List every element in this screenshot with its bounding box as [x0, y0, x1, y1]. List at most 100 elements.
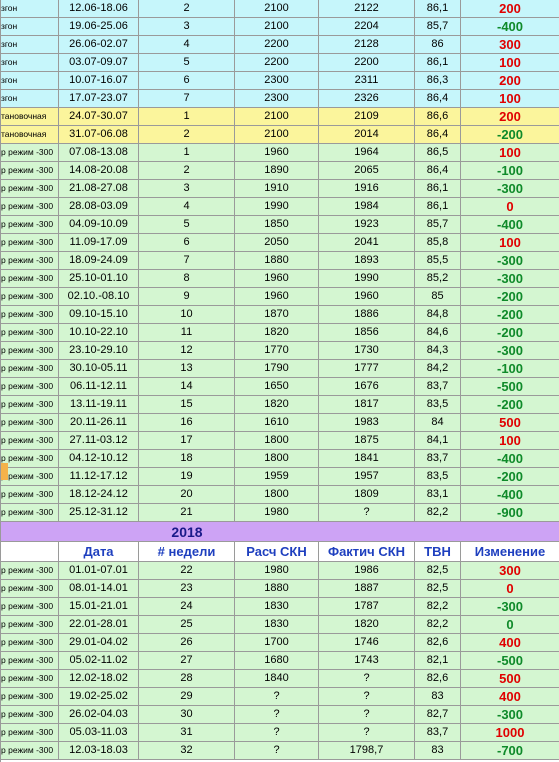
- cell-date[interactable]: 14.08-20.08: [59, 162, 139, 179]
- cell-change[interactable]: -300: [461, 180, 559, 197]
- cell-change[interactable]: -200: [461, 288, 559, 305]
- table-row[interactable]: р режим -300 22.01-28.01 25 1830 1820 82,2 0: [0, 616, 559, 634]
- cell-week[interactable]: 29: [139, 688, 235, 705]
- cell-tvn[interactable]: 82,7: [415, 706, 461, 723]
- cell-calc-skn[interactable]: 2300: [235, 90, 319, 107]
- cell-fact-skn[interactable]: 1817: [319, 396, 415, 413]
- table-row[interactable]: р режим -300 10.10-22.10 11 1820 1856 84,6 -20…: [0, 324, 559, 342]
- cell-week[interactable]: 5: [139, 216, 235, 233]
- cell-fact-skn[interactable]: 2065: [319, 162, 415, 179]
- cell-change[interactable]: 400: [461, 688, 559, 705]
- cell-tvn[interactable]: 85,2: [415, 270, 461, 287]
- cell-tvn[interactable]: 82,2: [415, 598, 461, 615]
- year-header-row[interactable]: 2018: [0, 522, 559, 542]
- cell-date[interactable]: 11.12-17.12: [59, 468, 139, 485]
- cell-week[interactable]: 31: [139, 724, 235, 741]
- table-row[interactable]: р режим -300 04.12-10.12 18 1800 1841 83,7 -40…: [0, 450, 559, 468]
- cell-calc-skn[interactable]: 1800: [235, 432, 319, 449]
- cell-date[interactable]: 29.01-04.02: [59, 634, 139, 651]
- cell-change[interactable]: -300: [461, 270, 559, 287]
- cell-tvn[interactable]: 84,8: [415, 306, 461, 323]
- column-header-row[interactable]: Дата # недели Расч СКН Фактич СКН ТВН Из…: [0, 542, 559, 562]
- cell-fact-skn[interactable]: 1746: [319, 634, 415, 651]
- cell-mode[interactable]: р режим -300: [0, 688, 59, 705]
- cell-fact-skn[interactable]: 2311: [319, 72, 415, 89]
- cell-change[interactable]: -200: [461, 468, 559, 485]
- cell-week[interactable]: 15: [139, 396, 235, 413]
- table-row[interactable]: р режим -300 13.11-19.11 15 1820 1817 83,5 -20…: [0, 396, 559, 414]
- cell-calc-skn[interactable]: 1770: [235, 342, 319, 359]
- table-row[interactable]: р режим -300 18.12-24.12 20 1800 1809 83,1 -40…: [0, 486, 559, 504]
- cell-week[interactable]: 2: [139, 162, 235, 179]
- table-row[interactable]: р режим -300 23.10-29.10 12 1770 1730 84,3 -30…: [0, 342, 559, 360]
- cell-date[interactable]: 19.02-25.02: [59, 688, 139, 705]
- header-tvn[interactable]: ТВН: [415, 542, 461, 561]
- cell-week[interactable]: 3: [139, 180, 235, 197]
- table-row[interactable]: тановочная 31.07-06.08 2 2100 2014 86,4 -200: [0, 126, 559, 144]
- cell-calc-skn[interactable]: 1850: [235, 216, 319, 233]
- cell-week[interactable]: 7: [139, 252, 235, 269]
- cell-mode[interactable]: р режим -300: [0, 198, 59, 215]
- cell-mode[interactable]: р режим -300: [0, 324, 59, 341]
- header-change[interactable]: Изменение: [461, 542, 559, 561]
- cell-change[interactable]: 0: [461, 580, 559, 597]
- cell-tvn[interactable]: 85,7: [415, 18, 461, 35]
- cell-calc-skn[interactable]: 2100: [235, 18, 319, 35]
- cell-week[interactable]: 25: [139, 616, 235, 633]
- cell-mode[interactable]: р режим -300: [0, 580, 59, 597]
- cell-mode[interactable]: р режим -300: [0, 360, 59, 377]
- cell-calc-skn[interactable]: 1650: [235, 378, 319, 395]
- cell-mode[interactable]: тановочная: [0, 126, 59, 143]
- cell-fact-skn[interactable]: 1916: [319, 180, 415, 197]
- cell-change[interactable]: 200: [461, 108, 559, 125]
- cell-fact-skn[interactable]: 2200: [319, 54, 415, 71]
- cell-calc-skn[interactable]: ?: [235, 742, 319, 759]
- cell-week[interactable]: 13: [139, 360, 235, 377]
- cell-calc-skn[interactable]: 1610: [235, 414, 319, 431]
- year-label[interactable]: 2018: [139, 522, 235, 542]
- cell-week[interactable]: 6: [139, 234, 235, 251]
- cell-mode[interactable]: згон: [0, 36, 59, 53]
- cell-tvn[interactable]: 84: [415, 414, 461, 431]
- cell-change[interactable]: -300: [461, 706, 559, 723]
- cell-fact-skn[interactable]: 2041: [319, 234, 415, 251]
- cell-calc-skn[interactable]: 1980: [235, 504, 319, 521]
- cell-week[interactable]: 3: [139, 18, 235, 35]
- cell-calc-skn[interactable]: ?: [235, 706, 319, 723]
- cell-calc-skn[interactable]: 2200: [235, 54, 319, 71]
- cell-mode[interactable]: р режим -300: [0, 342, 59, 359]
- cell-week[interactable]: 1: [139, 144, 235, 161]
- cell-mode[interactable]: згон: [0, 0, 59, 17]
- table-row[interactable]: р режим -300 20.11-26.11 16 1610 1983 84 500: [0, 414, 559, 432]
- cell-tvn[interactable]: 83: [415, 742, 461, 759]
- cell-tvn[interactable]: 82,2: [415, 504, 461, 521]
- cell-week[interactable]: 19: [139, 468, 235, 485]
- cell-calc-skn[interactable]: ?: [235, 688, 319, 705]
- cell-mode[interactable]: р режим -300: [0, 288, 59, 305]
- cell-calc-skn[interactable]: 1820: [235, 324, 319, 341]
- cell-week[interactable]: 18: [139, 450, 235, 467]
- cell-date[interactable]: 02.10.-08.10: [59, 288, 139, 305]
- table-row[interactable]: р режим -300 05.03-11.03 31?? 83,7 1000: [0, 724, 559, 742]
- cell-date[interactable]: 18.09-24.09: [59, 252, 139, 269]
- cell-fact-skn[interactable]: 1841: [319, 450, 415, 467]
- cell-date[interactable]: 30.10-05.11: [59, 360, 139, 377]
- cell-mode[interactable]: р режим -300: [0, 144, 59, 161]
- cell-week[interactable]: 24: [139, 598, 235, 615]
- table-row[interactable]: р режим -300 18.09-24.09 7 1880 1893 85,5 -300: [0, 252, 559, 270]
- cell-week[interactable]: 20: [139, 486, 235, 503]
- cell-week[interactable]: 11: [139, 324, 235, 341]
- table-row[interactable]: р режим -300 26.02-04.03 30?? 82,7 -300: [0, 706, 559, 724]
- cell-date[interactable]: 25.10-01.10: [59, 270, 139, 287]
- cell-change[interactable]: -500: [461, 378, 559, 395]
- cell-tvn[interactable]: 84,3: [415, 342, 461, 359]
- cell-date[interactable]: 06.11-12.11: [59, 378, 139, 395]
- cell-mode[interactable]: р режим -300: [0, 598, 59, 615]
- table-row[interactable]: р режим -300 05.02-11.02 27 1680 1743 82,1 -50…: [0, 652, 559, 670]
- cell-calc-skn[interactable]: 1830: [235, 598, 319, 615]
- cell-change[interactable]: -200: [461, 324, 559, 341]
- cell-fact-skn[interactable]: 1798,7: [319, 742, 415, 759]
- header-week[interactable]: # недели: [139, 542, 235, 561]
- cell-tvn[interactable]: 82,2: [415, 616, 461, 633]
- cell-mode[interactable]: р режим -300: [0, 742, 59, 759]
